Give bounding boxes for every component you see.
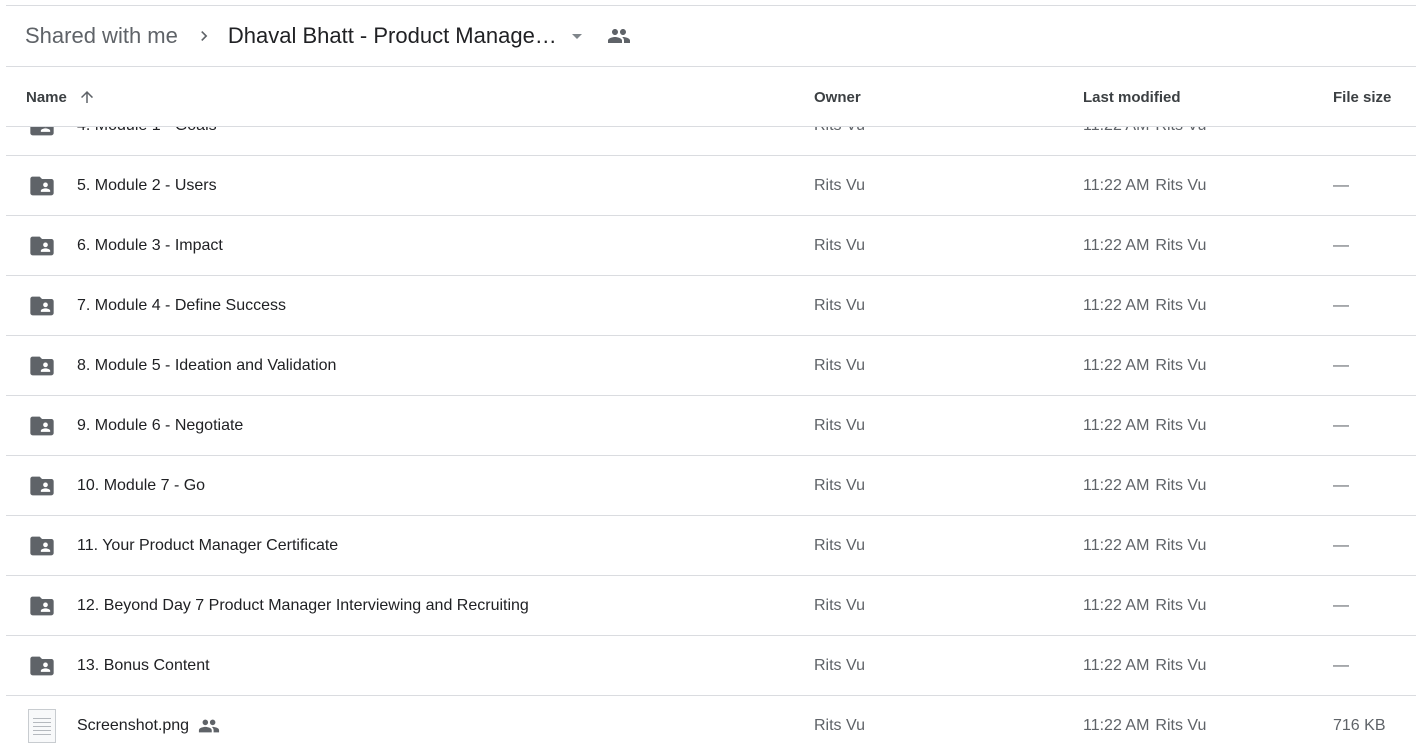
breadcrumb-current-folder[interactable]: Dhaval Bhatt - Product Manage…: [228, 23, 557, 49]
file-size: —: [1333, 417, 1349, 434]
shared-folder-icon: [28, 216, 56, 276]
shared-folder-icon: [28, 636, 56, 696]
file-name: 4. Module 1 - Goals: [77, 127, 217, 135]
file-owner: Rits Vu: [814, 417, 865, 434]
file-name: 13. Bonus Content: [77, 657, 210, 674]
shared-folder-icon: [28, 336, 56, 396]
file-name: 6. Module 3 - Impact: [77, 237, 223, 254]
file-owner: Rits Vu: [814, 717, 865, 734]
modified-by: Rits Vu: [1155, 297, 1207, 314]
modified-time: 11:22 AM: [1083, 357, 1150, 374]
column-header-file-size[interactable]: File size: [1333, 67, 1391, 127]
modified-time: 11:22 AM: [1083, 297, 1150, 314]
modified-time: 11:22 AM: [1083, 177, 1150, 194]
file-owner: Rits Vu: [814, 597, 865, 614]
file-row[interactable]: Screenshot.png Rits Vu 11:22 AM Rits Vu …: [6, 696, 1416, 746]
file-size: —: [1333, 177, 1349, 194]
file-size: —: [1333, 477, 1349, 494]
file-list[interactable]: 4. Module 1 - Goals Rits Vu 11:22 AM Rit…: [6, 127, 1416, 746]
shared-folder-icon: [28, 127, 56, 156]
file-row[interactable]: 11. Your Product Manager Certificate Rit…: [6, 516, 1416, 576]
file-size: —: [1333, 357, 1349, 374]
file-owner: Rits Vu: [814, 177, 865, 194]
modified-by: Rits Vu: [1155, 597, 1207, 614]
breadcrumb: Shared with me Dhaval Bhatt - Product Ma…: [6, 6, 1416, 67]
modified-time: 11:22 AM: [1083, 537, 1150, 554]
modified-by: Rits Vu: [1155, 477, 1207, 494]
file-name: 11. Your Product Manager Certificate: [77, 537, 339, 554]
file-name: 7. Module 4 - Define Success: [77, 297, 286, 314]
file-size: 716 KB: [1333, 717, 1386, 734]
file-size: —: [1333, 597, 1349, 614]
arrow-drop-down-icon[interactable]: [565, 24, 589, 48]
modified-time: 11:22 AM: [1083, 717, 1150, 734]
file-owner: Rits Vu: [814, 127, 865, 156]
file-owner: Rits Vu: [814, 657, 865, 674]
file-size: —: [1333, 127, 1349, 156]
file-row[interactable]: 10. Module 7 - Go Rits Vu 11:22 AM Rits …: [6, 456, 1416, 516]
file-row[interactable]: 12. Beyond Day 7 Product Manager Intervi…: [6, 576, 1416, 636]
shared-folder-icon: [28, 576, 56, 636]
modified-by: Rits Vu: [1155, 657, 1207, 674]
modified-by: Rits Vu: [1155, 417, 1207, 434]
people-icon: [198, 715, 220, 737]
people-icon: [607, 24, 631, 48]
shared-folder-icon: [28, 396, 56, 456]
file-owner: Rits Vu: [814, 477, 865, 494]
arrow-up-icon[interactable]: [78, 88, 96, 106]
modified-by: Rits Vu: [1155, 177, 1207, 194]
column-header-row: Name Owner Last modified File size: [6, 67, 1416, 127]
file-row[interactable]: 7. Module 4 - Define Success Rits Vu 11:…: [6, 276, 1416, 336]
file-owner: Rits Vu: [814, 237, 865, 254]
file-row[interactable]: 9. Module 6 - Negotiate Rits Vu 11:22 AM…: [6, 396, 1416, 456]
file-size: —: [1333, 297, 1349, 314]
column-header-name[interactable]: Name: [26, 67, 96, 127]
file-row[interactable]: 13. Bonus Content Rits Vu 11:22 AM Rits …: [6, 636, 1416, 696]
shared-folder-icon: [28, 156, 56, 216]
chevron-right-icon: [194, 26, 214, 46]
file-row[interactable]: 4. Module 1 - Goals Rits Vu 11:22 AM Rit…: [6, 127, 1416, 156]
file-row[interactable]: 5. Module 2 - Users Rits Vu 11:22 AM Rit…: [6, 156, 1416, 216]
modified-time: 11:22 AM: [1083, 417, 1150, 434]
file-name: 10. Module 7 - Go: [77, 477, 206, 494]
file-name: Screenshot.png: [77, 717, 190, 734]
modified-by: Rits Vu: [1155, 537, 1207, 554]
modified-time: 11:22 AM: [1083, 237, 1150, 254]
breadcrumb-root-link[interactable]: Shared with me: [25, 23, 178, 49]
modified-by: Rits Vu: [1155, 127, 1206, 135]
modified-time: 11:22 AM: [1083, 597, 1150, 614]
column-header-last-modified[interactable]: Last modified: [1083, 67, 1181, 127]
column-header-name-label: Name: [26, 88, 67, 106]
file-owner: Rits Vu: [814, 297, 865, 314]
modified-by: Rits Vu: [1155, 357, 1207, 374]
file-owner: Rits Vu: [814, 357, 865, 374]
modified-by: Rits Vu: [1155, 717, 1207, 734]
file-size: —: [1333, 537, 1349, 554]
modified-time: 11:22 AM: [1083, 127, 1149, 135]
shared-folder-icon: [28, 276, 56, 336]
shared-folder-icon: [28, 516, 56, 576]
modified-by: Rits Vu: [1155, 237, 1207, 254]
image-file-icon: [28, 696, 56, 746]
file-row[interactable]: 6. Module 3 - Impact Rits Vu 11:22 AM Ri…: [6, 216, 1416, 276]
file-size: —: [1333, 657, 1349, 674]
file-size: —: [1333, 237, 1349, 254]
file-name: 5. Module 2 - Users: [77, 177, 217, 194]
shared-folder-icon: [28, 456, 56, 516]
modified-time: 11:22 AM: [1083, 657, 1150, 674]
file-owner: Rits Vu: [814, 537, 865, 554]
column-header-owner[interactable]: Owner: [814, 67, 861, 127]
file-name: 8. Module 5 - Ideation and Validation: [77, 357, 337, 374]
file-name: 12. Beyond Day 7 Product Manager Intervi…: [77, 597, 529, 614]
file-row[interactable]: 8. Module 5 - Ideation and Validation Ri…: [6, 336, 1416, 396]
file-name: 9. Module 6 - Negotiate: [77, 417, 244, 434]
modified-time: 11:22 AM: [1083, 477, 1150, 494]
